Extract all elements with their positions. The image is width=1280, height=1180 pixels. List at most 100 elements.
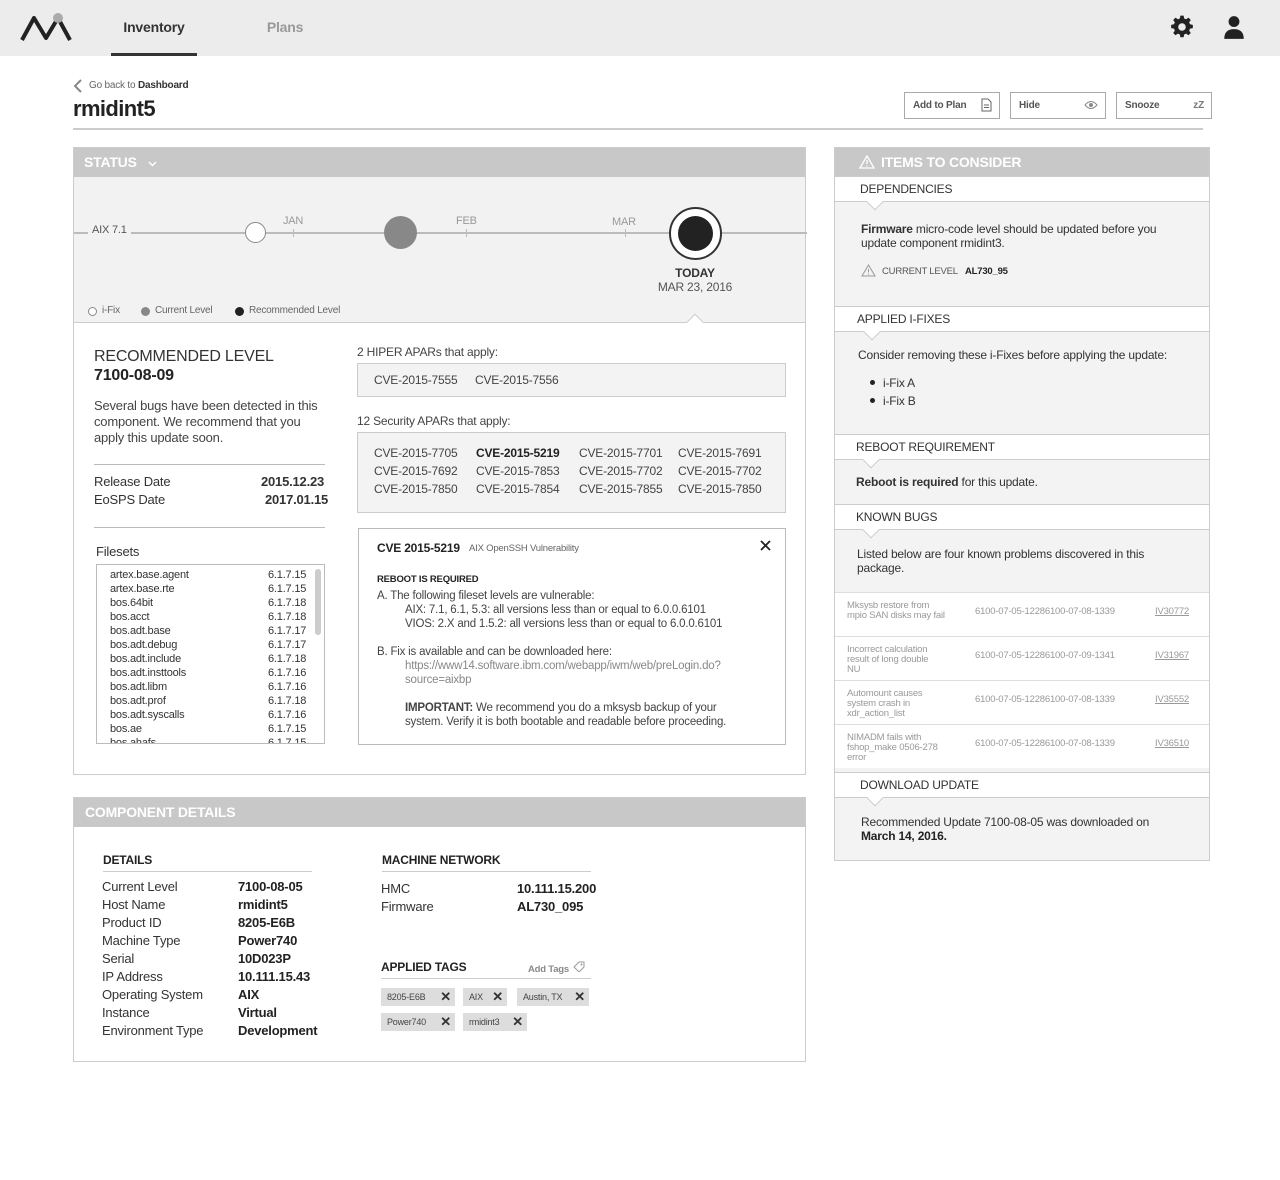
cve-detail-card: CVE 2015-5219 AIX OpenSSH Vulnerability … bbox=[358, 528, 786, 745]
status-heading: STATUS bbox=[84, 154, 137, 170]
fileset-row[interactable]: artex.base.agent 6.1.7.15 bbox=[110, 569, 306, 581]
fileset-row[interactable]: bos.ae 6.1.7.15 bbox=[110, 723, 306, 735]
user-icon[interactable] bbox=[1221, 14, 1247, 40]
bug-row[interactable]: Automount causes system crash in xdr_actio… bbox=[835, 680, 1209, 724]
bug-link[interactable]: IV30772 bbox=[1155, 606, 1189, 617]
fileset-row[interactable]: bos.ahafs 6.1.7.15 bbox=[110, 737, 306, 744]
filesets-scrollbar[interactable] bbox=[315, 569, 321, 635]
tag-label: Power740 bbox=[387, 1017, 426, 1027]
bug-link[interactable]: IV36510 bbox=[1155, 738, 1189, 749]
logo-icon[interactable] bbox=[20, 12, 72, 44]
hiper-cve[interactable]: CVE-2015-7555 bbox=[374, 373, 458, 387]
component-details-header: COMPONENT DETAILS bbox=[74, 798, 805, 827]
snooze-button[interactable]: Snooze zZ bbox=[1116, 92, 1212, 119]
filesets-list[interactable]: artex.base.agent 6.1.7.15 artex.base.rte 6.… bbox=[96, 564, 325, 744]
bug-description-line: error bbox=[847, 752, 867, 763]
bug-link[interactable]: IV35552 bbox=[1155, 694, 1189, 705]
ifixes-tab[interactable]: APPLIED I-FIXES bbox=[835, 306, 1209, 332]
fileset-name: bos.ae bbox=[110, 723, 142, 735]
important-label: IMPORTANT: bbox=[405, 702, 474, 714]
close-icon[interactable] bbox=[760, 540, 771, 551]
ifix-item: i-Fix A bbox=[883, 376, 915, 390]
fileset-name: bos.ahafs bbox=[110, 737, 156, 744]
remove-tag-icon[interactable]: ✕ bbox=[574, 988, 585, 1006]
divider-1 bbox=[94, 464, 325, 465]
bug-version: 6100-07-05-12286100-07-08-1339 bbox=[975, 738, 1115, 749]
security-cve[interactable]: CVE-2015-7854 bbox=[476, 482, 560, 496]
fileset-row[interactable]: artex.base.rte 6.1.7.15 bbox=[110, 583, 306, 595]
back-dashboard-link[interactable]: Dashboard bbox=[138, 80, 189, 91]
release-date-label: Release Date bbox=[94, 474, 171, 489]
back-link[interactable]: Go back to Dashboard bbox=[73, 79, 189, 93]
known-bugs-tab-label: KNOWN BUGS bbox=[856, 510, 938, 524]
hide-button[interactable]: Hide bbox=[1010, 92, 1106, 119]
ifix-marker[interactable] bbox=[245, 222, 266, 243]
add-tags-button[interactable]: Add Tags bbox=[528, 961, 585, 975]
remove-tag-icon[interactable]: ✕ bbox=[440, 988, 451, 1006]
hiper-cve[interactable]: CVE-2015-7556 bbox=[475, 373, 559, 387]
security-cve[interactable]: CVE-2015-7691 bbox=[678, 446, 762, 460]
download-tab[interactable]: DOWNLOAD UPDATE bbox=[835, 772, 1209, 798]
important-line1: We recommend you do a mksysb backup of y… bbox=[473, 702, 717, 714]
detail-label: Serial bbox=[102, 951, 135, 966]
remove-tag-icon[interactable]: ✕ bbox=[512, 1013, 523, 1031]
tab-plans[interactable]: Plans bbox=[243, 0, 327, 56]
fileset-row[interactable]: bos.adt.insttools 6.1.7.16 bbox=[110, 667, 306, 679]
security-cve[interactable]: CVE-2015-7850 bbox=[678, 482, 762, 496]
dependencies-line1: micro-code level should be updated befor… bbox=[912, 222, 1157, 236]
remove-tag-icon[interactable]: ✕ bbox=[492, 988, 503, 1006]
detail-label: Host Name bbox=[102, 897, 166, 912]
tab-inventory[interactable]: Inventory bbox=[111, 0, 197, 56]
detail-value: Development bbox=[238, 1023, 318, 1038]
cve-b-intro: B. Fix is available and can be downloade… bbox=[377, 646, 612, 658]
security-cve[interactable]: CVE-2015-7701 bbox=[579, 446, 663, 460]
detail-label: Current Level bbox=[102, 879, 178, 894]
status-header[interactable]: STATUS bbox=[74, 148, 805, 177]
bug-row[interactable]: Incorrect calculation result of long doub… bbox=[835, 636, 1209, 680]
reboot-tab[interactable]: REBOOT REQUIREMENT bbox=[835, 434, 1209, 460]
add-to-plan-button[interactable]: Add to Plan bbox=[904, 92, 1000, 119]
detail-value: 10.111.15.43 bbox=[238, 969, 311, 984]
cve-fix-link-cont[interactable]: source=aixbp bbox=[405, 674, 472, 686]
security-cve[interactable]: CVE-2015-5219 bbox=[476, 446, 560, 460]
security-cve[interactable]: CVE-2015-7853 bbox=[476, 464, 560, 478]
current-level-marker[interactable] bbox=[384, 216, 417, 249]
cve-detail-id: CVE 2015-5219 bbox=[377, 541, 460, 555]
security-cve[interactable]: CVE-2015-7705 bbox=[374, 446, 458, 460]
eye-icon bbox=[1084, 101, 1098, 109]
tick-feb bbox=[466, 229, 467, 237]
fileset-version: 6.1.7.16 bbox=[268, 667, 307, 679]
network-value: 10.111.15.200 bbox=[517, 881, 597, 896]
fileset-row[interactable]: bos.adt.syscalls 6.1.7.16 bbox=[110, 709, 306, 721]
security-cve[interactable]: CVE-2015-7692 bbox=[374, 464, 458, 478]
fileset-row[interactable]: bos.adt.prof 6.1.7.18 bbox=[110, 695, 306, 707]
hide-label: Hide bbox=[1019, 100, 1040, 111]
recommended-level-marker[interactable] bbox=[669, 207, 722, 260]
fileset-row[interactable]: bos.adt.debug 6.1.7.17 bbox=[110, 639, 306, 651]
cve-fix-link[interactable]: https://www14.software.ibm.com/webapp/iw… bbox=[405, 660, 721, 672]
fileset-row[interactable]: bos.acct 6.1.7.18 bbox=[110, 611, 306, 623]
fileset-row[interactable]: bos.adt.include 6.1.7.18 bbox=[110, 653, 306, 665]
security-cve[interactable]: CVE-2015-7702 bbox=[678, 464, 762, 478]
gear-icon[interactable] bbox=[1169, 14, 1195, 40]
fileset-row[interactable]: bos.adt.libm 6.1.7.16 bbox=[110, 681, 306, 693]
reboot-bold: Reboot is required bbox=[856, 475, 959, 489]
fileset-row[interactable]: bos.adt.base 6.1.7.17 bbox=[110, 625, 306, 637]
consider-heading: ITEMS TO CONSIDER bbox=[881, 154, 1022, 170]
remove-tag-icon[interactable]: ✕ bbox=[440, 1013, 451, 1031]
fileset-name: bos.adt.base bbox=[110, 625, 171, 637]
cve-detail-name: AIX OpenSSH Vulnerability bbox=[469, 543, 579, 554]
known-bugs-tab[interactable]: KNOWN BUGS bbox=[835, 504, 1209, 530]
bug-link[interactable]: IV31967 bbox=[1155, 650, 1189, 661]
bug-row[interactable]: Mksysb restore from mpio SAN disks may fa… bbox=[835, 592, 1209, 636]
detail-value: AIX bbox=[238, 987, 260, 1002]
security-cve[interactable]: CVE-2015-7850 bbox=[374, 482, 458, 496]
fileset-row[interactable]: bos.64bit 6.1.7.18 bbox=[110, 597, 306, 609]
security-cve[interactable]: CVE-2015-7702 bbox=[579, 464, 663, 478]
bug-row[interactable]: NIMADM fails with fshop_make 0506-278 erro… bbox=[835, 724, 1209, 768]
bug-version: 6100-07-05-12286100-07-08-1339 bbox=[975, 694, 1115, 705]
detail-label: Product ID bbox=[102, 915, 162, 930]
security-cve[interactable]: CVE-2015-7855 bbox=[579, 482, 663, 496]
today-date: MAR 23, 2016 bbox=[657, 280, 733, 294]
dependencies-tab[interactable]: DEPENDENCIES bbox=[835, 176, 1209, 202]
